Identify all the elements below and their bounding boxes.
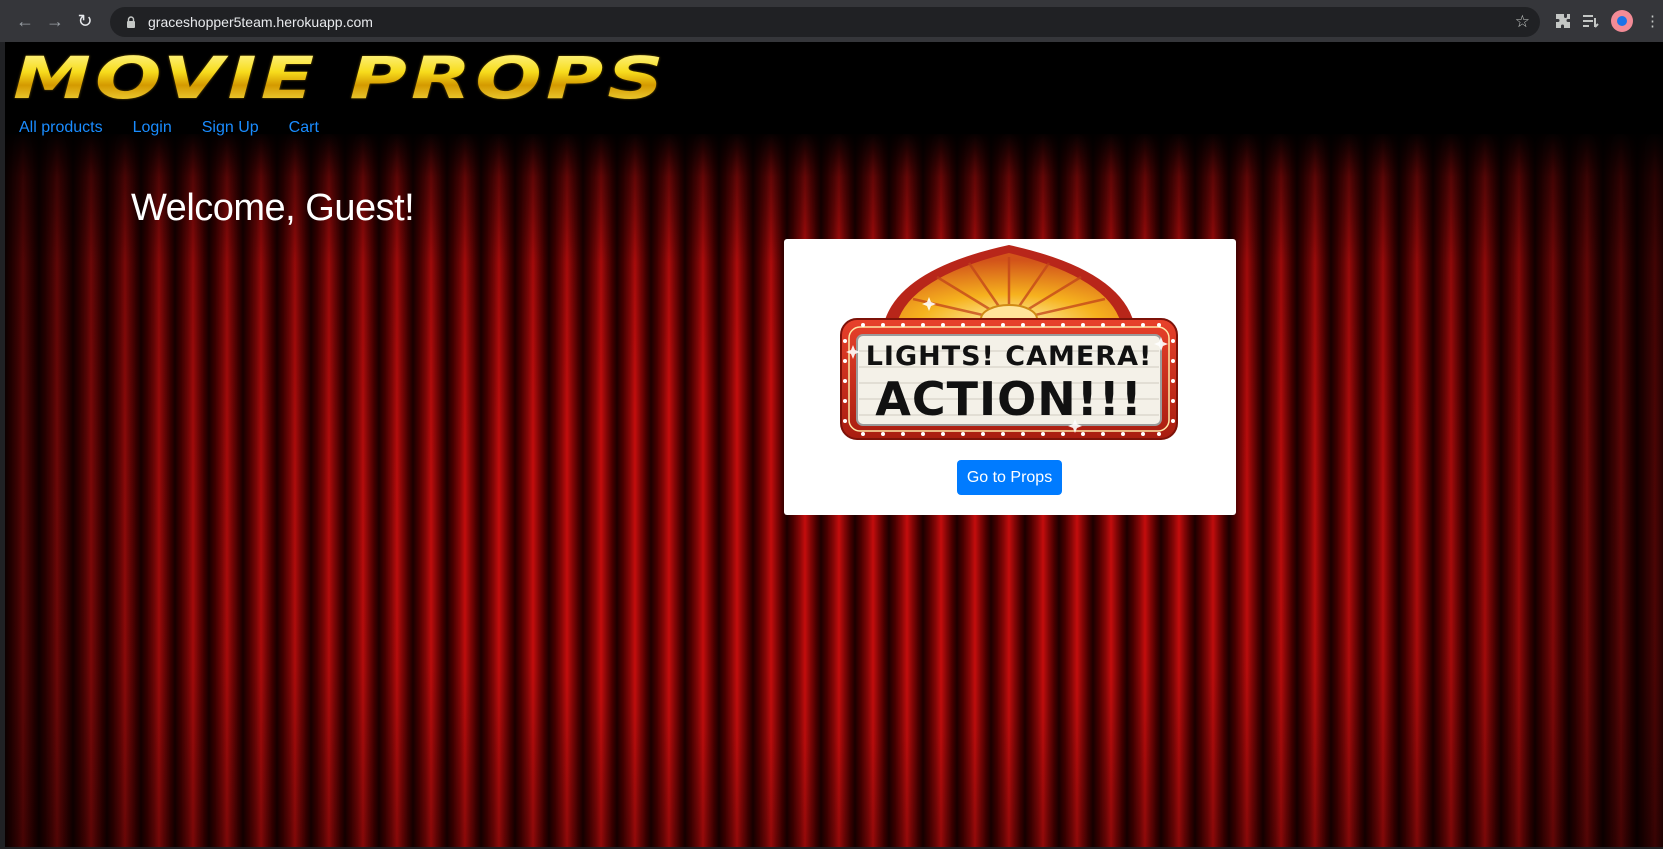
- url-text: graceshopper5team.herokuapp.com: [148, 14, 373, 30]
- main-nav: All products Login Sign Up Cart: [19, 119, 319, 137]
- welcome-heading: Welcome, Guest!: [131, 187, 415, 229]
- marquee-line-2: ACTION!!!: [875, 372, 1142, 426]
- nav-link-cart[interactable]: Cart: [289, 119, 319, 137]
- marquee-sign-image: LIGHTS! CAMERA! ACTION!!!: [840, 245, 1178, 440]
- nav-link-all-products[interactable]: All products: [19, 119, 103, 137]
- reading-list-icon[interactable]: [1583, 14, 1599, 28]
- bookmark-star-icon[interactable]: ☆: [1515, 12, 1530, 32]
- page-viewport: MOVIE PROPS All products Login Sign Up C…: [5, 42, 1663, 847]
- lock-icon: [124, 15, 138, 29]
- nav-link-signup[interactable]: Sign Up: [202, 119, 259, 137]
- extensions-puzzle-icon[interactable]: [1555, 13, 1571, 29]
- browser-toolbar: ← → ↻ graceshopper5team.herokuapp.com ☆ …: [0, 0, 1663, 42]
- go-to-props-button[interactable]: Go to Props: [957, 460, 1062, 495]
- site-logo[interactable]: MOVIE PROPS: [13, 48, 668, 108]
- reload-icon[interactable]: ↻: [70, 6, 100, 36]
- address-bar[interactable]: graceshopper5team.herokuapp.com ☆: [110, 7, 1540, 37]
- forward-arrow-icon[interactable]: →: [40, 6, 70, 36]
- nav-link-login[interactable]: Login: [133, 119, 172, 137]
- marquee-line-1: LIGHTS! CAMERA!: [866, 341, 1153, 372]
- back-arrow-icon[interactable]: ←: [10, 6, 40, 36]
- menu-kebab-icon[interactable]: ⋮: [1645, 12, 1660, 30]
- hero-card: LIGHTS! CAMERA! ACTION!!! Go to Props: [784, 239, 1236, 515]
- profile-avatar-icon[interactable]: [1611, 10, 1633, 32]
